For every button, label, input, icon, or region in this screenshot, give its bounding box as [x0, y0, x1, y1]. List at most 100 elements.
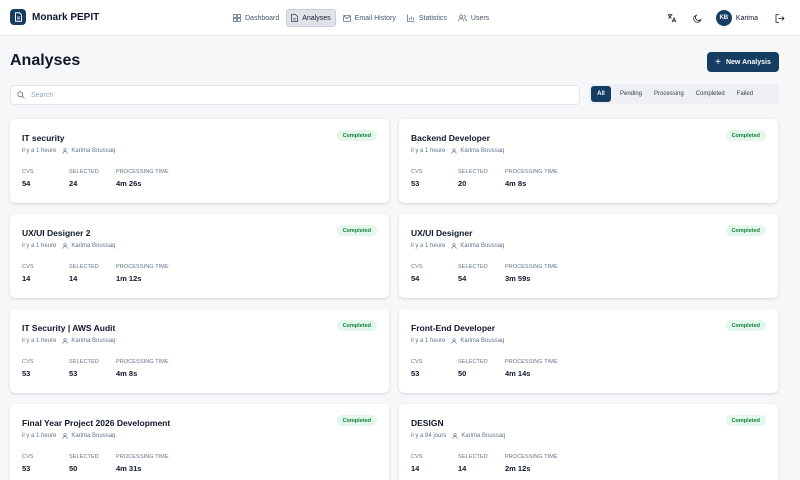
stat-label: PROCESSING TIME: [116, 264, 169, 270]
stat-value: 14: [22, 274, 31, 283]
analysis-time: il y a 1 heure: [411, 148, 446, 154]
stat-value: 53: [22, 369, 31, 378]
nav-label: Email History: [354, 14, 396, 22]
mail-icon: [342, 14, 351, 22]
stat-value: 4m 26s: [116, 179, 142, 188]
stat-label: CVS: [411, 359, 423, 365]
status-badge: Completed: [725, 130, 766, 141]
logo-icon: [10, 9, 26, 25]
status-badge: Completed: [336, 320, 377, 331]
analysis-meta: il y a 1 heure Karima Boussaq: [411, 148, 504, 154]
logout-icon: [775, 13, 785, 23]
analysis-card[interactable]: IT security Completed il y a 1 heure Kar…: [10, 119, 389, 203]
user-icon: [452, 433, 458, 439]
filter-processing[interactable]: Processing: [649, 86, 689, 102]
nav-item-users[interactable]: Users: [454, 9, 493, 27]
stat-value: 54: [411, 274, 420, 283]
user-icon: [62, 433, 68, 439]
stat-value: 4m 8s: [505, 179, 527, 188]
stat-value: 50: [458, 369, 467, 378]
stat-processing-time: PROCESSING TIME 4m 8s: [505, 169, 558, 188]
stat-label: PROCESSING TIME: [116, 359, 169, 365]
stat-value: 14: [458, 464, 467, 473]
analysis-card[interactable]: Front-End Developer Completed il y a 1 h…: [399, 309, 778, 393]
document-icon: [291, 14, 299, 22]
analysis-time: il y a 84 jours: [411, 433, 447, 439]
nav-label: Statistics: [418, 14, 447, 22]
stat-value: 53: [22, 464, 31, 473]
chart-icon: [406, 14, 415, 22]
stat-value: 53: [69, 369, 78, 378]
stat-selected: SELECTED 54: [458, 264, 488, 283]
analysis-author: Karima Boussaq: [451, 338, 504, 344]
analysis-meta: il y a 1 heure Karima Boussaq: [22, 338, 115, 344]
analysis-author: Karima Boussaq: [451, 148, 504, 154]
stat-processing-time: PROCESSING TIME 4m 31s: [116, 454, 169, 473]
status-badge: Completed: [725, 225, 766, 236]
logout-button[interactable]: [772, 9, 788, 27]
analysis-meta: il y a 84 jours Karima Boussaq: [411, 433, 505, 439]
status-badge: Completed: [725, 415, 766, 426]
analysis-title: Front-End Developer: [411, 323, 496, 333]
stat-label: PROCESSING TIME: [505, 264, 558, 270]
analysis-title: IT Security | AWS Audit: [22, 323, 116, 333]
analysis-card[interactable]: UX/UI Designer Completed il y a 1 heure …: [399, 214, 778, 298]
status-filter-tabs: All Pending Processing Completed Failed: [589, 84, 779, 104]
stat-value: 20: [458, 179, 467, 188]
search-box: [10, 85, 580, 105]
new-analysis-button[interactable]: + New Analysis: [707, 52, 779, 72]
stat-cvs: CVS 53: [22, 359, 34, 378]
brand[interactable]: Monark PEPIT: [10, 9, 99, 25]
analysis-card[interactable]: Backend Developer Completed il y a 1 heu…: [399, 119, 778, 203]
analysis-time: il y a 1 heure: [411, 338, 446, 344]
nav-item-email-history[interactable]: Email History: [339, 9, 400, 27]
translate-icon: [667, 13, 677, 23]
stat-selected: SELECTED 24: [69, 169, 99, 188]
stat-cvs: CVS 14: [22, 264, 34, 283]
filter-all[interactable]: All: [591, 86, 611, 102]
analysis-author: Karima Boussaq: [62, 338, 115, 344]
stat-label: PROCESSING TIME: [505, 359, 558, 365]
author-name: Karima Boussaq: [460, 338, 505, 344]
user-menu[interactable]: KB Karima: [715, 10, 758, 26]
user-icon: [62, 338, 68, 344]
analysis-time: il y a 1 heure: [411, 243, 446, 249]
author-name: Karima Boussaq: [460, 148, 505, 154]
analysis-time: il y a 1 heure: [22, 148, 57, 154]
stat-label: SELECTED: [69, 454, 99, 460]
analysis-meta: il y a 1 heure Karima Boussaq: [22, 148, 115, 154]
language-button[interactable]: [664, 9, 680, 27]
theme-toggle-button[interactable]: [690, 9, 706, 27]
stat-label: CVS: [411, 169, 423, 175]
stat-value: 54: [22, 179, 31, 188]
analysis-card[interactable]: DESIGN Completed il y a 84 jours Karima …: [399, 404, 778, 480]
header-tools: KB Karima: [664, 9, 788, 27]
user-icon: [451, 338, 457, 344]
nav-item-analyses[interactable]: Analyses: [286, 9, 336, 27]
new-analysis-label: New Analysis: [725, 58, 771, 66]
nav-item-statistics[interactable]: Statistics: [403, 9, 451, 27]
analysis-author: Karima Boussaq: [62, 148, 115, 154]
search-input[interactable]: [31, 91, 551, 99]
analysis-meta: il y a 1 heure Karima Boussaq: [22, 433, 115, 439]
user-name: Karima: [735, 14, 758, 22]
stat-processing-time: PROCESSING TIME 4m 14s: [505, 359, 558, 378]
stat-value: 4m 14s: [505, 369, 531, 378]
analysis-time: il y a 1 heure: [22, 243, 57, 249]
stat-cvs: CVS 53: [22, 454, 34, 473]
author-name: Karima Boussaq: [71, 243, 116, 249]
stat-selected: SELECTED 53: [69, 359, 99, 378]
nav-item-dashboard[interactable]: Dashboard: [229, 9, 283, 27]
analysis-title: Backend Developer: [411, 133, 490, 143]
analysis-card[interactable]: UX/UI Designer 2 Completed il y a 1 heur…: [10, 214, 389, 298]
stat-label: CVS: [411, 454, 423, 460]
filter-pending[interactable]: Pending: [615, 86, 647, 102]
stat-selected: SELECTED 50: [458, 359, 488, 378]
author-name: Karima Boussaq: [71, 433, 116, 439]
stat-cvs: CVS 54: [411, 264, 423, 283]
stat-value: 50: [69, 464, 78, 473]
filter-failed[interactable]: Failed: [732, 86, 758, 102]
analysis-card[interactable]: IT Security | AWS Audit Completed il y a…: [10, 309, 389, 393]
analysis-card[interactable]: Final Year Project 2026 Development Comp…: [10, 404, 389, 480]
filter-completed[interactable]: Completed: [691, 86, 730, 102]
